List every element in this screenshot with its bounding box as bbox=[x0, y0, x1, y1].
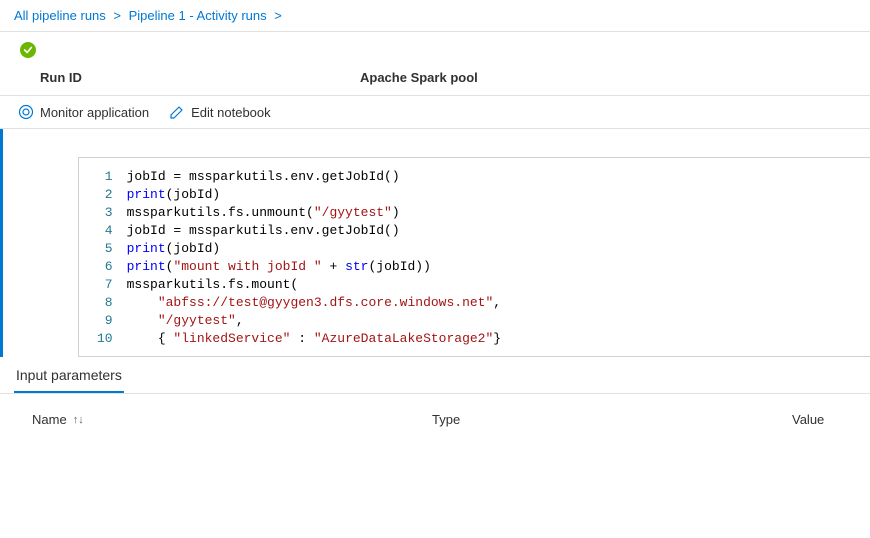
editor-frame[interactable]: 12345678910 jobId = mssparkutils.env.get… bbox=[78, 157, 870, 357]
chevron-right-icon: > bbox=[274, 8, 282, 23]
column-header-name[interactable]: Name ↑↓ bbox=[32, 412, 432, 427]
run-id-label: Run ID bbox=[40, 70, 360, 85]
tab-input-parameters[interactable]: Input parameters bbox=[14, 357, 124, 393]
edit-notebook-label: Edit notebook bbox=[191, 105, 271, 120]
success-icon bbox=[20, 42, 36, 58]
action-bar: Monitor application Edit notebook bbox=[0, 95, 870, 129]
edit-icon bbox=[169, 104, 185, 120]
tabs-row: Input parameters bbox=[0, 357, 870, 394]
breadcrumb-pipeline-activity-runs[interactable]: Pipeline 1 - Activity runs bbox=[129, 8, 267, 23]
code-cell: 12345678910 jobId = mssparkutils.env.get… bbox=[0, 129, 870, 357]
parameters-table-header: Name ↑↓ Type Value bbox=[0, 394, 870, 437]
column-header-value[interactable]: Value bbox=[792, 412, 856, 427]
sort-icon: ↑↓ bbox=[73, 414, 84, 426]
column-header-type-label: Type bbox=[432, 412, 460, 427]
monitor-application-button[interactable]: Monitor application bbox=[18, 104, 149, 120]
edit-notebook-button[interactable]: Edit notebook bbox=[169, 104, 271, 120]
line-numbers: 12345678910 bbox=[79, 168, 127, 348]
monitor-icon bbox=[18, 104, 34, 120]
column-header-name-label: Name bbox=[32, 412, 67, 427]
column-header-value-label: Value bbox=[792, 412, 824, 427]
code-editor[interactable]: 12345678910 jobId = mssparkutils.env.get… bbox=[79, 158, 870, 348]
code-content[interactable]: jobId = mssparkutils.env.getJobId()print… bbox=[127, 168, 502, 348]
column-header-type[interactable]: Type bbox=[432, 412, 792, 427]
cell-accent bbox=[0, 129, 3, 357]
breadcrumb-all-pipeline-runs[interactable]: All pipeline runs bbox=[14, 8, 106, 23]
chevron-right-icon: > bbox=[113, 8, 121, 23]
meta-row: Run ID Apache Spark pool bbox=[0, 62, 870, 95]
breadcrumb: All pipeline runs > Pipeline 1 - Activit… bbox=[0, 0, 870, 32]
spark-pool-label: Apache Spark pool bbox=[360, 70, 856, 85]
status-row bbox=[0, 32, 870, 62]
monitor-application-label: Monitor application bbox=[40, 105, 149, 120]
